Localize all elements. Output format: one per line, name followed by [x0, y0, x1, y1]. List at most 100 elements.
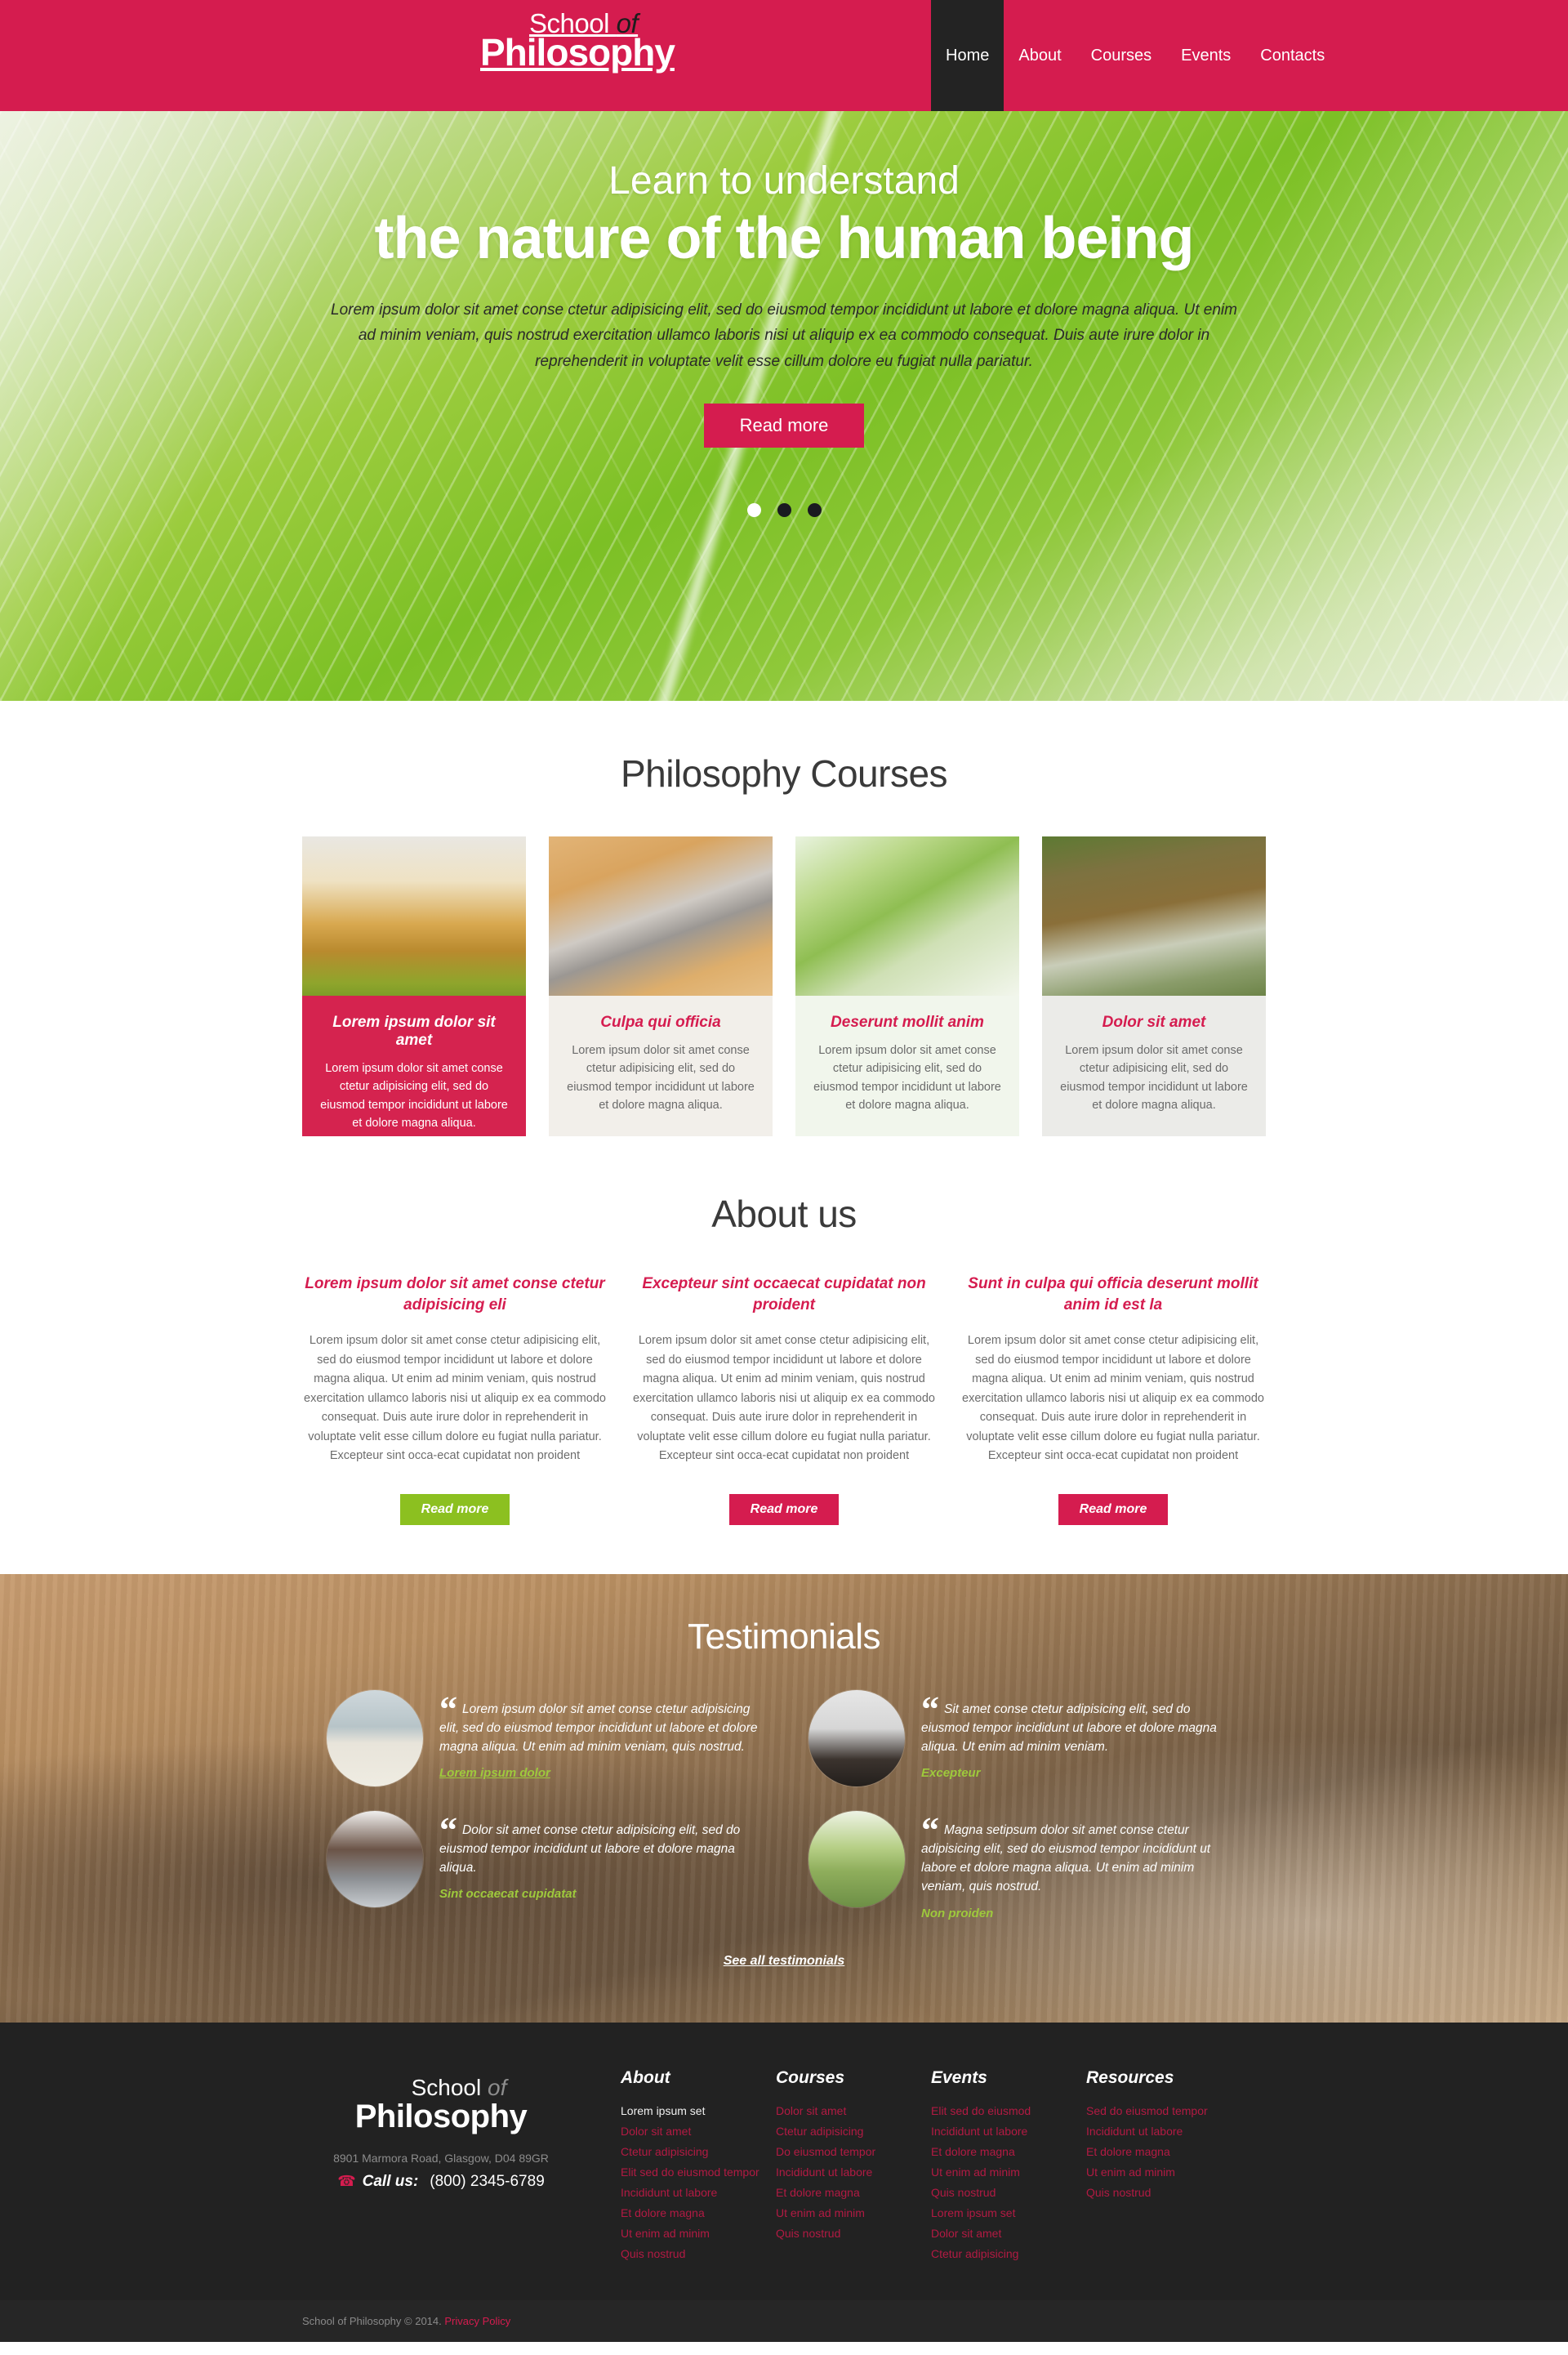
copyright-bar: School of Philosophy © 2014. Privacy Pol… [0, 2299, 1568, 2342]
about-read-more-button[interactable]: Read more [399, 1493, 510, 1525]
testimonials-section: Testimonials “Lorem ipsum dolor sit amet… [0, 1573, 1568, 2023]
slider-pagination [302, 503, 1266, 518]
footer-link[interactable]: Lorem ipsum set [931, 2206, 1086, 2219]
footer-logo[interactable]: School of Philosophy [302, 2076, 580, 2134]
footer-link[interactable]: Et dolore magna [621, 2206, 776, 2219]
site-footer: School of Philosophy 8901 Marmora Road, … [0, 2022, 1568, 2300]
footer-link[interactable]: Incididunt ut labore [621, 2186, 776, 2199]
courses-grid: Lorem ipsum dolor sit amet Lorem ipsum d… [302, 836, 1266, 1136]
footer-phone: ☎ Call us: (800) 2345-6789 [302, 2173, 580, 2191]
footer-link[interactable]: Do eiusmod tempor [776, 2145, 931, 2158]
footer-link[interactable]: Dolor sit amet [776, 2104, 931, 2117]
courses-section: Philosophy Courses Lorem ipsum dolor sit… [0, 701, 1568, 1136]
footer-link[interactable]: Elit sed do eiusmod tempor [621, 2165, 776, 2179]
testimonial-item: “Magna setipsum dolor sit amet conse cte… [808, 1809, 1241, 1921]
nav-item-about[interactable]: About [1004, 0, 1076, 111]
about-columns: Lorem ipsum dolor sit amet conse ctetur … [302, 1273, 1266, 1525]
page-root: School of Philosophy Home About Courses … [0, 0, 1568, 2342]
see-all-testimonials-link[interactable]: See all testimonials [302, 1954, 1266, 1969]
testimonial-author-link[interactable]: Sint occaecat cupidatat [439, 1887, 577, 1901]
footer-link[interactable]: Quis nostrud [931, 2186, 1086, 2199]
course-card[interactable]: Lorem ipsum dolor sit amet Lorem ipsum d… [302, 836, 526, 1136]
testimonial-author-link[interactable]: Non proiden [921, 1907, 993, 1920]
testimonial-author-link[interactable]: Excepteur [921, 1766, 981, 1780]
footer-link[interactable]: Quis nostrud [776, 2227, 931, 2240]
footer-address: 8901 Marmora Road, Glasgow, D04 89GR [333, 2151, 549, 2165]
testimonial-quote: “Dolor sit amet conse ctetur adipisicing… [439, 1809, 741, 1876]
course-text: Lorem ipsum dolor sit amet conse ctetur … [320, 1062, 508, 1131]
about-column: Lorem ipsum dolor sit amet conse ctetur … [302, 1273, 608, 1525]
about-column-text: Lorem ipsum dolor sit amet conse ctetur … [304, 1334, 606, 1463]
nav-item-courses[interactable]: Courses [1076, 0, 1166, 111]
testimonials-grid: “Lorem ipsum dolor sit amet conse ctetur… [302, 1688, 1266, 1921]
footer-column-title: Courses [776, 2067, 845, 2087]
courses-title: Philosophy Courses [620, 752, 948, 795]
phone-number[interactable]: (800) 2345-6789 [430, 2173, 545, 2191]
avatar [327, 1810, 423, 1907]
about-column: Excepteur sint occaecat cupidatat non pr… [631, 1273, 937, 1525]
footer-column-title: Events [931, 2067, 987, 2087]
footer-logo-line-one: School of [411, 2074, 507, 2100]
course-heading: Deserunt mollit anim [831, 1014, 984, 1031]
footer-link[interactable]: Incididunt ut labore [931, 2125, 1086, 2138]
footer-link[interactable]: Ut enim ad minim [931, 2165, 1086, 2179]
nav-item-contacts[interactable]: Contacts [1245, 0, 1339, 111]
footer-column-events: Events Elit sed do eiusmod Incididunt ut… [931, 2068, 1086, 2268]
footer-link[interactable]: Et dolore magna [776, 2186, 931, 2199]
footer-link[interactable]: Et dolore magna [931, 2145, 1086, 2158]
about-title: About us [711, 1193, 857, 1235]
avatar [808, 1810, 905, 1907]
footer-link[interactable]: Ctetur adipisicing [776, 2125, 931, 2138]
about-read-more-button[interactable]: Read more [1058, 1493, 1169, 1525]
privacy-policy-link[interactable]: Privacy Policy [444, 2315, 510, 2327]
footer-link[interactable]: Ut enim ad minim [1086, 2165, 1241, 2179]
course-photo [302, 836, 526, 996]
slider-dot-1[interactable] [746, 503, 761, 518]
hero-read-more-button[interactable]: Read more [703, 404, 865, 448]
footer-link[interactable]: Quis nostrud [1086, 2186, 1241, 2199]
nav-item-events[interactable]: Events [1166, 0, 1245, 111]
footer-link[interactable]: Lorem ipsum set [621, 2104, 776, 2117]
footer-link-columns: About Lorem ipsum set Dolor sit amet Cte… [580, 2068, 1266, 2268]
footer-link[interactable]: Incididunt ut labore [1086, 2125, 1241, 2138]
course-text: Lorem ipsum dolor sit amet conse ctetur … [1060, 1044, 1248, 1113]
slider-dot-2[interactable] [777, 503, 791, 518]
footer-column-courses: Courses Dolor sit amet Ctetur adipisicin… [776, 2068, 931, 2268]
testimonial-item: “Sit amet conse ctetur adipisicing elit,… [808, 1688, 1241, 1786]
footer-link[interactable]: Ut enim ad minim [776, 2206, 931, 2219]
course-photo [795, 836, 1019, 996]
phone-icon: ☎ [337, 2173, 356, 2190]
avatar [327, 1689, 423, 1786]
course-heading: Dolor sit amet [1102, 1014, 1206, 1031]
course-photo [1042, 836, 1266, 996]
about-column-text: Lorem ipsum dolor sit amet conse ctetur … [962, 1334, 1264, 1463]
footer-link[interactable]: Dolor sit amet [931, 2227, 1086, 2240]
testimonial-quote: “Magna setipsum dolor sit amet conse cte… [921, 1809, 1211, 1894]
testimonial-quote: “Sit amet conse ctetur adipisicing elit,… [921, 1688, 1217, 1755]
about-read-more-button[interactable]: Read more [728, 1493, 840, 1525]
about-column-heading: Sunt in culpa qui officia deserunt molli… [968, 1275, 1258, 1314]
hero-slider: Learn to understand the nature of the hu… [0, 111, 1568, 701]
course-card[interactable]: Dolor sit amet Lorem ipsum dolor sit ame… [1042, 836, 1266, 1136]
course-card[interactable]: Culpa qui officia Lorem ipsum dolor sit … [549, 836, 773, 1136]
footer-link[interactable]: Ctetur adipisicing [931, 2247, 1086, 2260]
footer-column-title: About [621, 2067, 670, 2087]
testimonial-author-link[interactable]: Lorem ipsum dolor [439, 1766, 550, 1780]
site-logo[interactable]: School of Philosophy [480, 10, 675, 71]
hero-description: Lorem ipsum dolor sit amet conse ctetur … [331, 301, 1237, 370]
footer-link[interactable]: Et dolore magna [1086, 2145, 1241, 2158]
footer-link[interactable]: Incididunt ut labore [776, 2165, 931, 2179]
footer-link[interactable]: Sed do eiusmod tempor [1086, 2104, 1241, 2117]
nav-item-home[interactable]: Home [931, 0, 1004, 111]
course-card[interactable]: Deserunt mollit anim Lorem ipsum dolor s… [795, 836, 1019, 1136]
footer-link[interactable]: Dolor sit amet [621, 2125, 776, 2138]
footer-link[interactable]: Ut enim ad minim [621, 2227, 776, 2240]
footer-link[interactable]: Ctetur adipisicing [621, 2145, 776, 2158]
slider-dot-3[interactable] [807, 503, 822, 518]
about-column-heading: Excepteur sint occaecat cupidatat non pr… [642, 1275, 926, 1314]
testimonials-title: Testimonials [687, 1616, 881, 1657]
footer-link[interactable]: Quis nostrud [621, 2247, 776, 2260]
footer-link[interactable]: Elit sed do eiusmod [931, 2104, 1086, 2117]
about-column-text: Lorem ipsum dolor sit amet conse ctetur … [633, 1334, 935, 1463]
testimonial-quote: “Lorem ipsum dolor sit amet conse ctetur… [439, 1688, 758, 1755]
